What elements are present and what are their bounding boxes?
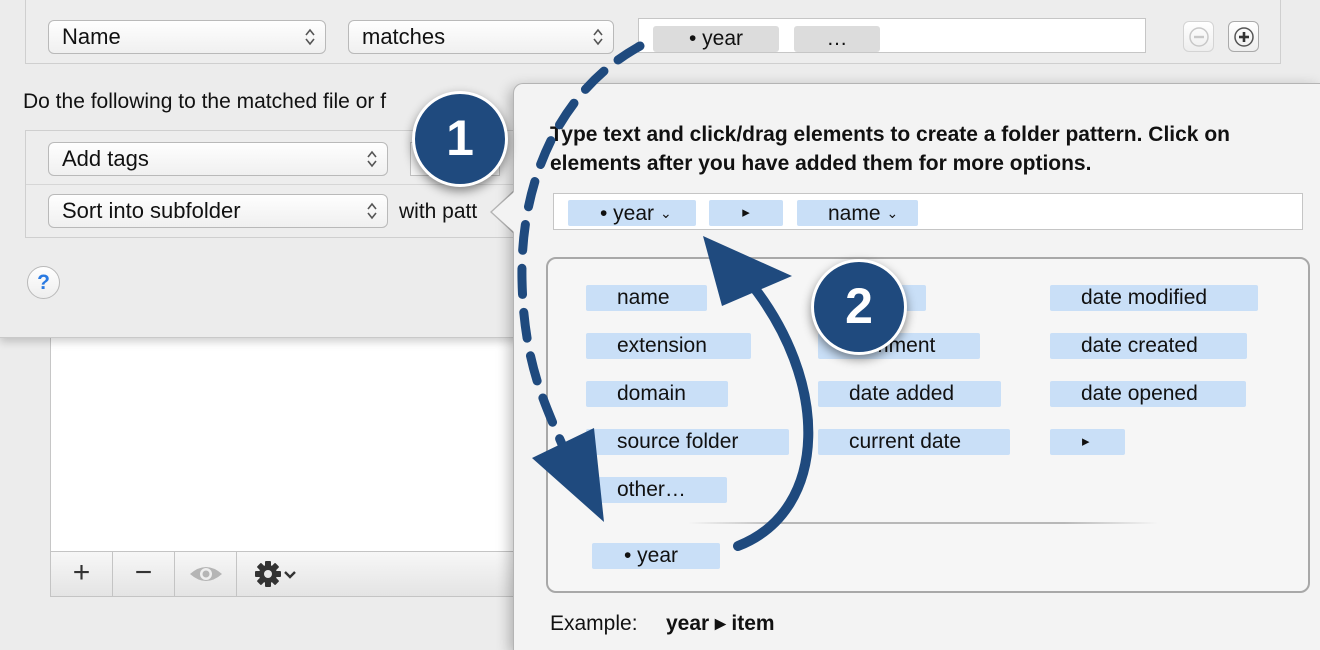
popover-instructions: Type text and click/drag elements to cre… — [550, 123, 1230, 175]
rule-token-year[interactable]: • year — [653, 26, 779, 52]
popup-arrows-icon — [367, 150, 377, 168]
action-popup-add-tags[interactable]: Add tags — [48, 142, 388, 176]
palette-token-date-modified[interactable]: date modified — [1050, 285, 1258, 311]
plus-icon — [1234, 27, 1254, 47]
rules-list[interactable] — [50, 338, 520, 551]
actions-heading: Do the following to the matched file or … — [23, 90, 387, 113]
preview-button[interactable] — [175, 552, 237, 596]
add-rule-button[interactable] — [1228, 21, 1259, 52]
pattern-token-year[interactable]: • year ⌄ — [568, 200, 696, 226]
remove-button[interactable]: − — [113, 552, 175, 596]
example-label: Example: — [550, 612, 638, 635]
folder-pattern-popover: Type text and click/drag elements to cre… — [513, 83, 1320, 650]
rule-value-field[interactable]: • year … — [638, 18, 1146, 53]
palette-token-source-folder[interactable]: source folder — [586, 429, 789, 455]
popup-arrows-icon — [305, 28, 315, 46]
with-pattern-label: with patt — [399, 200, 478, 223]
palette-token-date-opened[interactable]: date opened — [1050, 381, 1246, 407]
chevron-down-icon: ⌄ — [660, 205, 672, 221]
palette-token-name[interactable]: name — [586, 285, 707, 311]
token-label: name — [828, 202, 881, 225]
palette-token-domain[interactable]: domain — [586, 381, 728, 407]
operator-popup-label: matches — [362, 24, 446, 49]
popover-arrow — [492, 192, 514, 232]
eye-icon — [190, 567, 222, 581]
rule-token-more[interactable]: … — [794, 26, 880, 52]
pattern-token-separator[interactable]: ▸ — [709, 200, 783, 226]
callout-badge-2: 2 — [811, 259, 907, 355]
operator-popup[interactable]: matches — [348, 20, 614, 54]
palette-token-separator[interactable]: ▸ — [1050, 429, 1125, 455]
attribute-popup[interactable]: Name — [48, 20, 326, 54]
palette-token-other[interactable]: other… — [586, 477, 727, 503]
action-menu-button[interactable] — [237, 552, 307, 596]
action-popup-label: Sort into subfolder — [62, 198, 241, 223]
chevron-down-icon: ⌄ — [886, 205, 899, 221]
callout-badge-1: 1 — [412, 91, 508, 187]
palette-token-date-added[interactable]: date added — [818, 381, 1001, 407]
list-toolbar: + − — [50, 551, 520, 597]
add-button[interactable]: + — [51, 552, 113, 596]
action-popup-label: Add tags — [62, 146, 149, 171]
help-button[interactable]: ? — [27, 266, 60, 299]
gear-icon — [255, 561, 296, 587]
pattern-field[interactable]: • year ⌄ ▸ name ⌄ — [553, 193, 1303, 230]
palette-token-dragged-year[interactable]: • year — [592, 543, 720, 569]
minus-icon — [1189, 27, 1209, 47]
example-value: year ▸ item — [666, 612, 775, 635]
action-popup-sort[interactable]: Sort into subfolder — [48, 194, 388, 228]
popup-arrows-icon — [367, 202, 377, 220]
palette-divider — [688, 522, 1158, 524]
palette-token-date-created[interactable]: date created — [1050, 333, 1247, 359]
attribute-popup-label: Name — [62, 24, 121, 49]
palette-token-extension[interactable]: extension — [586, 333, 751, 359]
token-label: • year — [600, 202, 655, 225]
palette-token-current-date[interactable]: current date — [818, 429, 1010, 455]
popup-arrows-icon — [593, 28, 603, 46]
element-palette: name extension domain source folder othe… — [546, 257, 1310, 593]
remove-rule-button[interactable] — [1183, 21, 1214, 52]
pattern-token-name[interactable]: name ⌄ — [797, 200, 918, 226]
